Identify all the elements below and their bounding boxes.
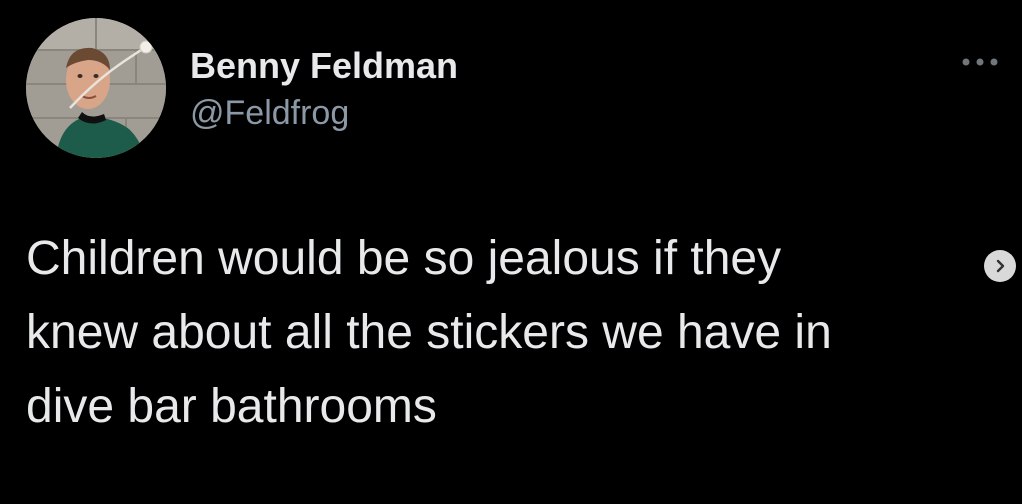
avatar-photo: [26, 18, 166, 158]
tweet-text: Children would be so jealous if they kne…: [26, 232, 832, 433]
author-info: Benny Feldman @Feldfrog: [190, 42, 458, 136]
tweet-card: Benny Feldman @Feldfrog Children would b…: [0, 0, 1022, 504]
more-horizontal-icon: [962, 58, 998, 66]
next-button[interactable]: [984, 250, 1016, 282]
avatar[interactable]: [26, 18, 166, 158]
chevron-right-icon: [996, 259, 1005, 273]
author-display-name[interactable]: Benny Feldman: [190, 42, 458, 90]
author-handle[interactable]: @Feldfrog: [190, 90, 458, 136]
more-options-button[interactable]: [958, 50, 1002, 74]
